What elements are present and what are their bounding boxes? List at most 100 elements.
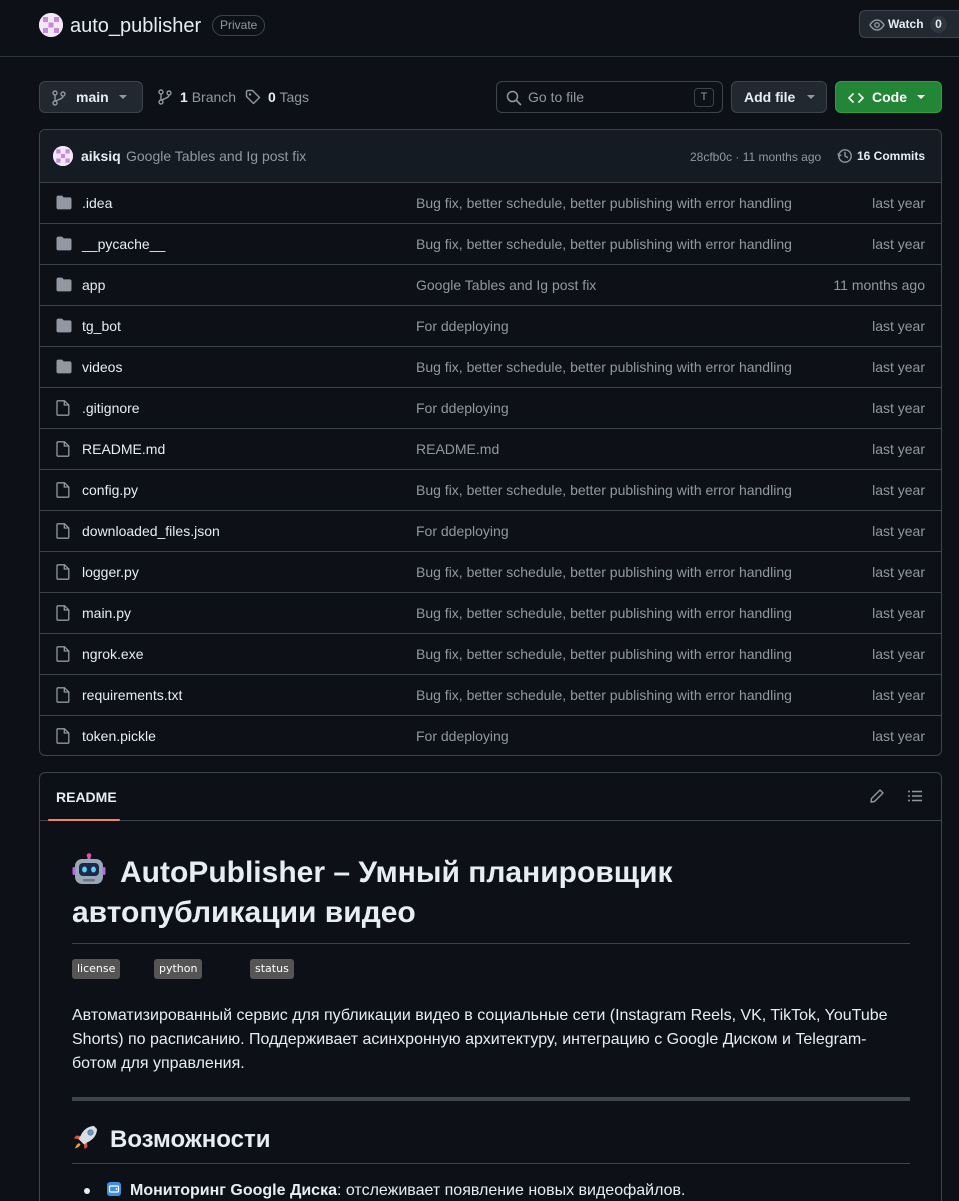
file-icon xyxy=(56,646,70,662)
file-commit-message-link[interactable]: Bug fix, better schedule, better publish… xyxy=(416,552,800,592)
file-commit-message-link[interactable]: Bug fix, better schedule, better publish… xyxy=(416,183,800,223)
file-row-gitignore[interactable]: .gitignore For ddeploying last year xyxy=(40,388,941,429)
file-commit-message-link[interactable]: Google Tables and Ig post fix xyxy=(416,265,800,305)
file-row-videos[interactable]: videos Bug fix, better schedule, better p… xyxy=(40,347,941,388)
feature-item: Мониторинг Google Диска: отслеживает поя… xyxy=(72,1179,910,1201)
file-name-link[interactable]: requirements.txt xyxy=(82,675,182,715)
file-commit-message-link[interactable]: For ddeploying xyxy=(416,388,800,428)
repo-name-link[interactable]: auto_publisher xyxy=(70,13,201,39)
readme-title-line2: автопубликации видео xyxy=(72,896,416,929)
file-row-idea[interactable]: .idea Bug fix, better schedule, better pu… xyxy=(40,183,941,224)
tag-count-label: Tags xyxy=(279,89,310,105)
bullet xyxy=(84,1188,90,1194)
file-commit-message-link[interactable]: Bug fix, better schedule, better publish… xyxy=(416,634,800,674)
file-row-requirements-txt[interactable]: requirements.txt Bug fix, better schedule… xyxy=(40,675,941,716)
file-row-tg-bot[interactable]: tg_bot For ddeploying last year xyxy=(40,306,941,347)
file-commit-date: last year xyxy=(872,728,925,744)
file-commit-date: last year xyxy=(872,605,925,621)
author-avatar[interactable] xyxy=(53,146,73,166)
file-commit-date: last year xyxy=(872,564,925,580)
branch-selector-button[interactable]: main xyxy=(39,81,143,113)
latest-commit-bar: aiksiq Google Tables and Ig post fix 28c… xyxy=(40,130,941,183)
drive-icon xyxy=(106,1181,122,1197)
feature-desc: : отслеживает появление новых видеофайло… xyxy=(336,1182,686,1199)
file-row-main-py[interactable]: main.py Bug fix, better schedule, better … xyxy=(40,593,941,634)
branch-count: 1 xyxy=(180,89,188,105)
file-name-link[interactable]: tg_bot xyxy=(82,306,121,346)
file-row-config-py[interactable]: config.py Bug fix, better schedule, bette… xyxy=(40,470,941,511)
repo-header: auto_publisher Private Watch 0 xyxy=(0,0,959,57)
file-icon xyxy=(56,523,70,539)
file-icon xyxy=(56,441,70,457)
eye-icon xyxy=(869,18,885,32)
commit-sha-age[interactable]: 28cfb0c · 11 months ago xyxy=(690,149,821,165)
file-row-downloaded-files-json[interactable]: downloaded_files.json For ddeploying last … xyxy=(40,511,941,552)
readme-tab[interactable]: README xyxy=(48,773,125,821)
file-name-link[interactable]: __pycache__ xyxy=(82,224,165,264)
code-icon xyxy=(848,90,864,106)
outline-list-icon[interactable] xyxy=(907,788,923,804)
badge-key: status xyxy=(250,959,294,979)
file-name-link[interactable]: ngrok.exe xyxy=(82,634,143,674)
file-commit-message-link[interactable]: For ddeploying xyxy=(416,511,800,551)
file-commit-date: last year xyxy=(872,646,925,662)
file-row-app[interactable]: app Google Tables and Ig post fix 11 month… xyxy=(40,265,941,306)
folder-icon xyxy=(56,195,72,210)
file-commit-message-link[interactable]: For ddeploying xyxy=(416,306,800,346)
file-commit-date: last year xyxy=(872,441,925,457)
file-commit-message-link[interactable]: Bug fix, better schedule, better publish… xyxy=(416,224,800,264)
tag-icon xyxy=(245,89,261,105)
rocket-icon xyxy=(72,1123,100,1151)
code-button[interactable]: Code xyxy=(835,81,942,113)
file-name-link[interactable]: downloaded_files.json xyxy=(82,511,220,551)
robot-icon xyxy=(72,853,106,887)
file-name-link[interactable]: README.md xyxy=(82,429,165,469)
branches-link[interactable]: 1 Branch xyxy=(158,81,236,113)
file-commit-message-link[interactable]: Bug fix, better schedule, better publish… xyxy=(416,675,800,715)
file-name-link[interactable]: .idea xyxy=(82,183,112,223)
file-commit-message-link[interactable]: For ddeploying xyxy=(416,716,800,755)
file-name-link[interactable]: main.py xyxy=(82,593,131,633)
file-row-pycache[interactable]: __pycache__ Bug fix, better schedule, bet… xyxy=(40,224,941,265)
file-name-link[interactable]: app xyxy=(82,265,105,305)
file-row-logger-py[interactable]: logger.py Bug fix, better schedule, bette… xyxy=(40,552,941,593)
commit-message-link[interactable]: Google Tables and Ig post fix xyxy=(126,147,306,165)
file-name-link[interactable]: logger.py xyxy=(82,552,139,592)
add-file-button[interactable]: Add file xyxy=(731,81,827,113)
commit-author-link[interactable]: aiksiq xyxy=(81,147,121,165)
visibility-badge: Private xyxy=(212,15,266,36)
go-to-file-input[interactable] xyxy=(528,82,678,112)
file-icon xyxy=(56,687,70,703)
file-commit-message-link[interactable]: README.md xyxy=(416,429,800,469)
file-name-link[interactable]: token.pickle xyxy=(82,716,156,755)
go-to-file-search[interactable]: T xyxy=(496,81,723,113)
repo-owner-avatar[interactable] xyxy=(39,13,63,37)
file-row-readme-md[interactable]: README.md README.md last year xyxy=(40,429,941,470)
badge-python: python3.10+ xyxy=(154,959,203,979)
file-name-link[interactable]: config.py xyxy=(82,470,138,510)
tag-count: 0 xyxy=(268,89,276,105)
commits-history-link[interactable]: 16 Commits xyxy=(837,146,925,166)
folder-icon xyxy=(56,277,72,292)
file-name-link[interactable]: .gitignore xyxy=(82,388,140,428)
file-icon xyxy=(56,564,70,580)
folder-icon xyxy=(56,359,72,374)
watch-button[interactable]: Watch 0 xyxy=(859,10,959,38)
file-commit-date: last year xyxy=(872,400,925,416)
branch-name: main xyxy=(76,89,109,105)
file-commit-message-link[interactable]: Bug fix, better schedule, better publish… xyxy=(416,470,800,510)
file-commit-date: last year xyxy=(872,482,925,498)
features-list: Мониторинг Google Диска: отслеживает поя… xyxy=(72,1179,910,1201)
pencil-icon[interactable] xyxy=(869,788,885,804)
file-row-token-pickle[interactable]: token.pickle For ddeploying last year xyxy=(40,716,941,755)
file-name-link[interactable]: videos xyxy=(82,347,122,387)
badge-key: python xyxy=(154,959,203,979)
history-icon xyxy=(837,148,853,164)
readme-intro: Автоматизированный сервис для публикации… xyxy=(72,1007,888,1072)
file-row-ngrok-exe[interactable]: ngrok.exe Bug fix, better schedule, bette… xyxy=(40,634,941,675)
file-commit-message-link[interactable]: Bug fix, better schedule, better publish… xyxy=(416,347,800,387)
tags-link[interactable]: 0 Tags xyxy=(245,81,309,113)
file-tree-table: aiksiq Google Tables and Ig post fix 28c… xyxy=(39,129,942,756)
file-commit-message-link[interactable]: Bug fix, better schedule, better publish… xyxy=(416,593,800,633)
file-icon xyxy=(56,728,70,744)
